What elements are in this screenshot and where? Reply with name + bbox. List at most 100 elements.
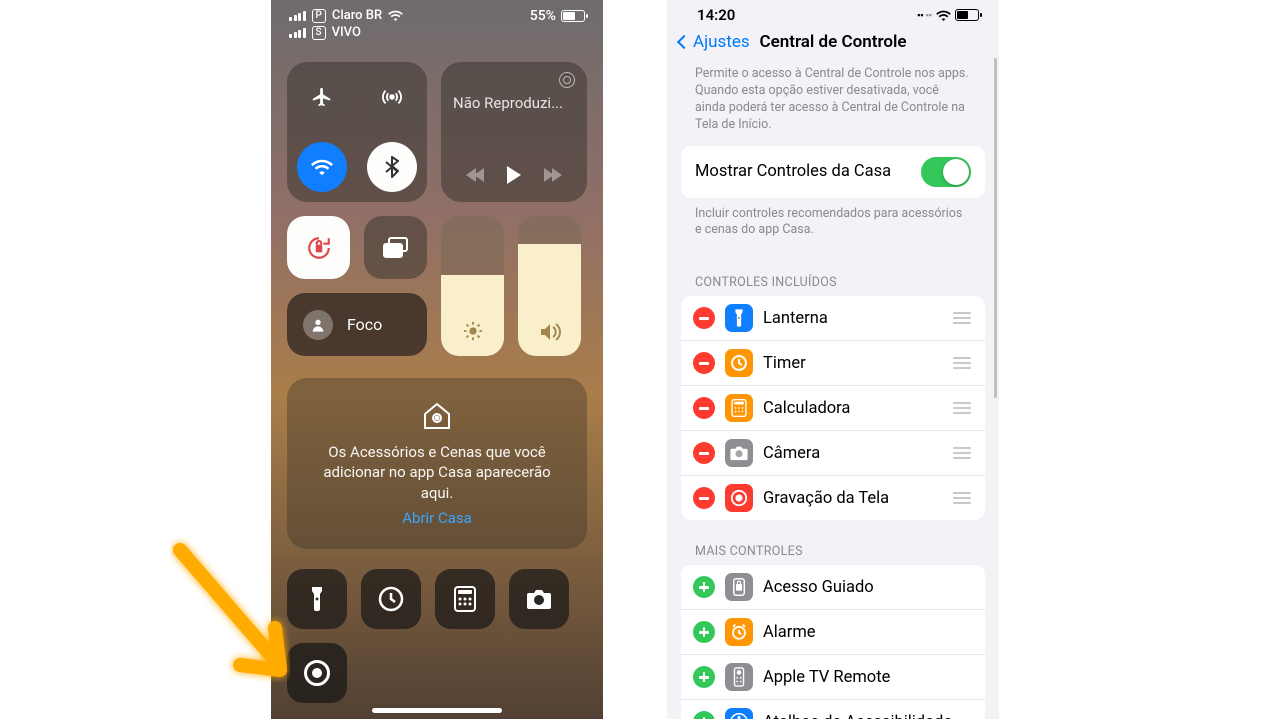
nav-bar: Ajustes Central de Controle <box>667 26 999 62</box>
control-item-row[interactable]: Alarme <box>681 610 985 655</box>
control-item-label: Apple TV Remote <box>763 668 973 687</box>
control-item-label: Alarme <box>763 623 973 642</box>
control-item-row[interactable]: Timer <box>681 341 985 386</box>
battery-icon <box>955 9 979 21</box>
sim-badge-2: S <box>312 26 326 40</box>
control-item-label: Timer <box>763 354 941 373</box>
control-item-label: Calculadora <box>763 399 941 418</box>
alarm-icon <box>725 618 753 646</box>
timer-button[interactable] <box>361 569 421 629</box>
cellular-data-button[interactable] <box>367 72 417 122</box>
drag-handle-icon[interactable] <box>951 492 973 504</box>
signal-icon <box>289 11 306 21</box>
home-accessories-card[interactable]: Os Acessórios e Cenas que você adicionar… <box>287 378 587 549</box>
add-button[interactable] <box>693 576 715 598</box>
screen-mirroring-button[interactable] <box>364 216 427 279</box>
home-icon <box>421 400 453 432</box>
control-item-row[interactable]: Atalhos de Acessibilidade <box>681 700 985 719</box>
camera-icon <box>725 439 753 467</box>
camera-button[interactable] <box>509 569 569 629</box>
back-button[interactable]: Ajustes <box>679 32 750 52</box>
sim-badge-1: P <box>312 9 326 23</box>
status-bar: P Claro BR S VIVO 55% <box>271 0 603 42</box>
wifi-button[interactable] <box>297 142 347 192</box>
add-button[interactable] <box>693 711 715 719</box>
control-item-row[interactable]: Gravação da Tela <box>681 476 985 520</box>
record-icon <box>304 660 330 686</box>
volume-slider[interactable] <box>518 216 581 356</box>
show-home-controls-row[interactable]: Mostrar Controles da Casa <box>681 146 985 198</box>
carrier-1: Claro BR <box>332 8 382 23</box>
flashlight-button[interactable] <box>287 569 347 629</box>
control-item-row[interactable]: Lanterna <box>681 296 985 341</box>
control-item-label: Gravação da Tela <box>763 489 941 508</box>
now-playing-title: Não Reproduzi... <box>453 94 575 112</box>
battery-icon <box>561 10 585 22</box>
media-controls[interactable]: Não Reproduzi... <box>441 62 587 202</box>
control-item-row[interactable]: Câmera <box>681 431 985 476</box>
signal-icon-2 <box>289 28 306 38</box>
remove-button[interactable] <box>693 487 715 509</box>
remove-button[interactable] <box>693 352 715 374</box>
play-button[interactable] <box>507 166 521 184</box>
record-icon <box>725 484 753 512</box>
control-item-label: Acesso Guiado <box>763 578 973 597</box>
flashlight-icon <box>725 304 753 332</box>
connectivity-group[interactable] <box>287 62 427 202</box>
status-bar: 14:20 ▪▪▪▪ <box>667 0 999 26</box>
scroll-indicator[interactable] <box>994 58 997 398</box>
focus-button[interactable]: Foco <box>287 293 427 356</box>
add-button[interactable] <box>693 666 715 688</box>
dual-sim-icon: ▪▪▪▪ <box>917 10 932 21</box>
airplane-mode-button[interactable] <box>297 72 347 122</box>
remote-icon <box>725 663 753 691</box>
show-home-controls-label: Mostrar Controles da Casa <box>695 162 891 181</box>
add-button[interactable] <box>693 621 715 643</box>
drag-handle-icon[interactable] <box>951 447 973 459</box>
page-title: Central de Controle <box>759 32 906 52</box>
control-item-row[interactable]: Acesso Guiado <box>681 565 985 610</box>
bluetooth-button[interactable] <box>367 142 417 192</box>
control-item-row[interactable]: Apple TV Remote <box>681 655 985 700</box>
speaker-icon <box>538 322 562 342</box>
accessibility-icon <box>725 708 753 719</box>
open-home-link[interactable]: Abrir Casa <box>402 509 472 527</box>
calculator-icon <box>725 394 753 422</box>
more-controls-list: Acesso Guiado Alarme Apple TV Remote Atalho… <box>681 565 985 719</box>
brightness-slider[interactable] <box>441 216 504 356</box>
control-center-screen: P Claro BR S VIVO 55% <box>271 0 603 719</box>
status-time: 14:20 <box>697 6 735 24</box>
show-home-controls-toggle[interactable] <box>921 157 971 187</box>
battery-percentage: 55% <box>530 8 556 24</box>
drag-handle-icon[interactable] <box>951 402 973 414</box>
home-message: Os Acessórios e Cenas que você adicionar… <box>307 442 567 503</box>
carrier-2: VIVO <box>332 25 361 40</box>
control-item-label: Lanterna <box>763 309 941 328</box>
chevron-left-icon <box>677 35 691 49</box>
orientation-lock-button[interactable] <box>287 216 350 279</box>
drag-handle-icon[interactable] <box>951 312 973 324</box>
airplay-icon[interactable] <box>559 72 575 88</box>
control-item-label: Câmera <box>763 444 941 463</box>
drag-handle-icon[interactable] <box>951 357 973 369</box>
screen-record-button[interactable] <box>287 643 347 703</box>
included-controls-list: Lanterna Timer Calculadora Câmera Gravação d… <box>681 296 985 520</box>
settings-control-center-screen: 14:20 ▪▪▪▪ Ajustes Central de Controle P… <box>667 0 999 719</box>
home-indicator[interactable] <box>372 708 502 713</box>
focus-label: Foco <box>347 315 382 334</box>
timer-icon <box>725 349 753 377</box>
wifi-icon <box>388 10 403 21</box>
remove-button[interactable] <box>693 397 715 419</box>
back-label: Ajustes <box>693 32 750 52</box>
remove-button[interactable] <box>693 307 715 329</box>
home-controls-description: Incluir controles recomendados para aces… <box>667 198 999 252</box>
previous-track-button[interactable] <box>466 168 482 182</box>
remove-button[interactable] <box>693 442 715 464</box>
sun-icon <box>462 320 484 342</box>
control-item-label: Atalhos de Acessibilidade <box>763 713 973 719</box>
calculator-button[interactable] <box>435 569 495 629</box>
next-track-button[interactable] <box>546 168 562 182</box>
wifi-icon <box>936 10 951 21</box>
included-controls-header: CONTROLES INCLUÍDOS <box>667 251 999 296</box>
control-item-row[interactable]: Calculadora <box>681 386 985 431</box>
